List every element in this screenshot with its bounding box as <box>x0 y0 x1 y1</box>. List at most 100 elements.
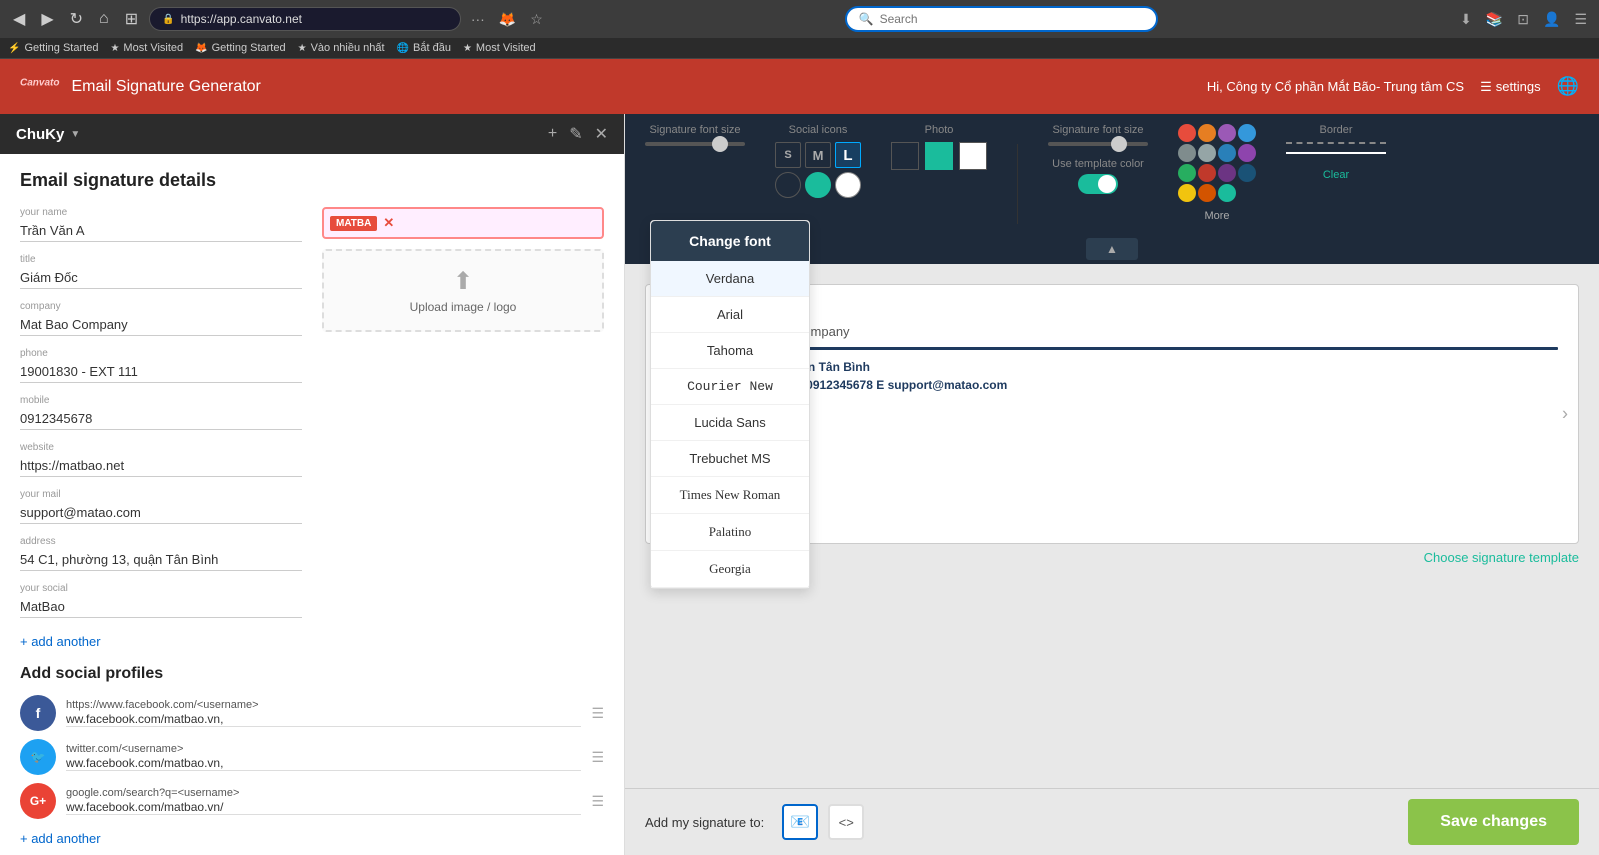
font-option-arial[interactable]: Arial <box>651 297 809 333</box>
font-size-slider-2[interactable] <box>1048 142 1148 146</box>
input-mobile[interactable] <box>20 408 302 430</box>
input-mail[interactable] <box>20 502 302 524</box>
close-signature-button[interactable]: ✕ <box>595 124 608 144</box>
choose-template-link[interactable]: Choose signature template <box>1424 550 1579 565</box>
font-option-lucida-sans[interactable]: Lucida Sans <box>651 405 809 441</box>
circle-style-2[interactable] <box>805 172 831 198</box>
font-size-slider[interactable] <box>645 142 745 146</box>
font-option-tahoma[interactable]: Tahoma <box>651 333 809 369</box>
color-purple3[interactable] <box>1218 164 1236 182</box>
outlook-button[interactable]: 📧 <box>782 804 818 840</box>
color-blue[interactable] <box>1238 124 1256 142</box>
font-option-times-new-roman[interactable]: Times New Roman <box>651 477 809 514</box>
social-row-facebook: f https://www.facebook.com/<username> ww… <box>20 695 604 731</box>
bookmark-getting-started-1[interactable]: ⚡ Getting Started <box>8 42 98 54</box>
circle-style-1[interactable] <box>775 172 801 198</box>
border-dashed[interactable] <box>1286 142 1386 144</box>
settings-button[interactable]: ☰ settings <box>1480 79 1540 95</box>
back-button[interactable]: ◀ <box>8 7 30 31</box>
google-menu-icon[interactable]: ☰ <box>591 793 604 810</box>
toolbar-photo: Photo <box>891 124 987 170</box>
font-option-verdana[interactable]: Verdana <box>651 261 809 297</box>
add-signature-button[interactable]: + <box>548 124 557 144</box>
forward-button[interactable]: ▶ <box>36 7 58 31</box>
upload-box[interactable]: ⬆ Upload image / logo <box>322 249 604 332</box>
url-bar[interactable]: 🔒 https://app.canvato.net <box>149 7 461 31</box>
app-title: Email Signature Generator <box>71 78 260 96</box>
clear-border-button[interactable]: Clear <box>1323 169 1349 181</box>
collapse-toolbar-button[interactable]: ▲ <box>1086 238 1138 260</box>
input-company[interactable] <box>20 314 302 336</box>
upload-label: Upload image / logo <box>340 300 586 314</box>
save-changes-button[interactable]: Save changes <box>1408 799 1579 845</box>
twitter-menu-icon[interactable]: ☰ <box>591 749 604 766</box>
profile-button[interactable]: 👤 <box>1539 9 1564 30</box>
color-orange[interactable] <box>1198 124 1216 142</box>
font-option-trebuchet[interactable]: Trebuchet MS <box>651 441 809 477</box>
add-another-field-link[interactable]: + add another <box>20 634 101 649</box>
extensions-button[interactable]: ⊞ <box>120 7 143 31</box>
search-input[interactable] <box>880 12 1145 26</box>
bookmark-getting-started-2[interactable]: 🦊 Getting Started <box>195 42 285 54</box>
color-darkblue[interactable] <box>1238 164 1256 182</box>
bookmark-most-visited-2[interactable]: ★ Most Visited <box>463 42 536 54</box>
field-mail: your mail <box>20 489 302 524</box>
input-phone[interactable] <box>20 361 302 383</box>
input-address[interactable] <box>20 549 302 571</box>
input-your-name[interactable] <box>20 220 302 242</box>
library-button[interactable]: 📚 <box>1482 9 1507 30</box>
twitter-input-group: twitter.com/<username> ww.facebook.com/m… <box>66 743 581 771</box>
color-yellow[interactable] <box>1178 184 1196 202</box>
more-colors-button[interactable]: More <box>1204 210 1229 222</box>
home-button[interactable]: ⌂ <box>94 8 114 30</box>
color-green[interactable] <box>1178 164 1196 182</box>
signature-actions: + ✎ ✕ <box>548 124 608 144</box>
size-l-box[interactable]: L <box>835 142 861 168</box>
facebook-handle: ww.facebook.com/matbao.vn, <box>66 712 223 726</box>
browser-menu-button[interactable]: ☰ <box>1570 9 1591 30</box>
color-red[interactable] <box>1178 124 1196 142</box>
size-s-box[interactable]: S <box>775 142 801 168</box>
bookmark-bat-dau[interactable]: 🌐 Bắt đầu <box>397 42 451 54</box>
add-sig-label: Add my signature to: <box>645 815 764 830</box>
input-social[interactable] <box>20 596 302 618</box>
font-option-georgia[interactable]: Georgia <box>651 551 809 588</box>
add-another-social-link[interactable]: + add another <box>20 831 101 846</box>
facebook-menu-icon[interactable]: ☰ <box>591 705 604 722</box>
more-menu-button[interactable]: ··· <box>467 9 489 29</box>
font-option-palatino[interactable]: Palatino <box>651 514 809 551</box>
bookmark-most-visited-1[interactable]: ★ Most Visited <box>110 42 183 54</box>
next-arrow-button[interactable]: › <box>1562 404 1568 425</box>
globe-button[interactable]: 🌐 <box>1557 76 1579 97</box>
download-button[interactable]: ⬇ <box>1456 9 1476 30</box>
app-header: Canvato Email Signature Generator Hi, Cô… <box>0 59 1599 114</box>
border-solid[interactable] <box>1286 152 1386 154</box>
photo-opt-white[interactable] <box>959 142 987 170</box>
color-purple2[interactable] <box>1238 144 1256 162</box>
bookmark-vao-nhieu[interactable]: ★ Vào nhiều nhất <box>298 42 385 54</box>
color-blue2[interactable] <box>1218 144 1236 162</box>
field-title: title <box>20 254 302 289</box>
html-button[interactable]: <> <box>828 804 864 840</box>
circle-style-3[interactable] <box>835 172 861 198</box>
photo-opt-none[interactable] <box>891 142 919 170</box>
color-red2[interactable] <box>1198 164 1216 182</box>
search-bar[interactable]: 🔍 <box>845 6 1159 32</box>
color-gray1[interactable] <box>1178 144 1196 162</box>
color-purple[interactable] <box>1218 124 1236 142</box>
color-darkorange[interactable] <box>1198 184 1216 202</box>
photo-opt-teal[interactable] <box>925 142 953 170</box>
use-template-color-toggle[interactable] <box>1078 174 1118 194</box>
refresh-button[interactable]: ↻ <box>65 7 88 31</box>
edit-signature-button[interactable]: ✎ <box>569 124 582 144</box>
input-website[interactable] <box>20 455 302 477</box>
color-teal[interactable] <box>1218 184 1236 202</box>
size-m-box[interactable]: M <box>805 142 831 168</box>
color-gray2[interactable] <box>1198 144 1216 162</box>
pocket-button[interactable]: 🦊 <box>495 9 520 30</box>
email-sig-title: Email signature details <box>20 170 604 191</box>
font-option-courier-new[interactable]: Courier New <box>651 369 809 405</box>
input-title[interactable] <box>20 267 302 289</box>
bookmark-button[interactable]: ☆ <box>526 9 547 30</box>
window-button[interactable]: ⊡ <box>1513 9 1533 30</box>
